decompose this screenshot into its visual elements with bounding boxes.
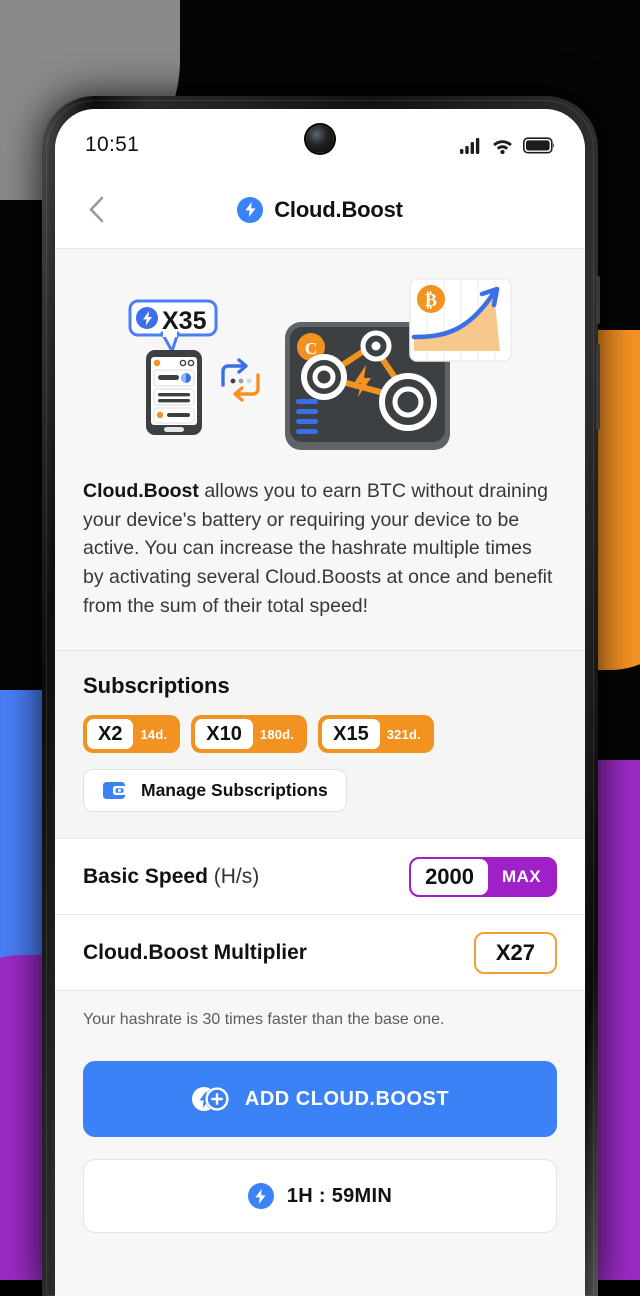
- page-title: Cloud.Boost: [274, 196, 403, 222]
- cloud-boost-multiplier-label: Cloud.Boost Multiplier: [83, 940, 307, 964]
- subscription-badge[interactable]: X10 180d.: [191, 715, 308, 754]
- hero-illustration: X35 C ₿: [55, 249, 585, 469]
- svg-text:X35: X35: [162, 307, 207, 335]
- manage-subscriptions-button[interactable]: Manage Subscriptions: [83, 769, 347, 813]
- chevron-left-icon: [89, 196, 104, 223]
- svg-text:₿: ₿: [425, 290, 437, 310]
- cloud-boost-multiplier-value[interactable]: X27: [473, 931, 557, 974]
- growth-chart-illustration: ₿: [409, 278, 512, 362]
- basic-speed-label-text: Basic Speed: [83, 864, 208, 888]
- signal-icon: [460, 137, 480, 154]
- boost-timer-button[interactable]: 1H : 59MIN: [83, 1159, 557, 1234]
- actions-section: ADD CLOUD.BOOST 1H : 59MIN: [55, 1035, 585, 1234]
- cloud-boost-illustration: X35 C ₿: [128, 278, 512, 450]
- basic-speed-unit: (H/s): [213, 864, 260, 888]
- basic-speed-row: Basic Speed (H/s) 2000 MAX: [55, 839, 585, 916]
- status-bar-icons: [460, 136, 555, 154]
- description-lead: Cloud.Boost: [83, 480, 199, 502]
- description-section: Cloud.Boost allows you to earn BTC witho…: [55, 469, 585, 652]
- nav-title-group: Cloud.Boost: [55, 196, 585, 223]
- description-text: Cloud.Boost allows you to earn BTC witho…: [83, 477, 557, 620]
- svg-text:C: C: [305, 339, 317, 358]
- smartphone-illustration: [146, 350, 202, 435]
- phone-side-button-volume: [596, 276, 600, 324]
- wallet-icon: [103, 782, 126, 800]
- subscriptions-section: Subscriptions X2 14d. X10 180d. X15 321d…: [55, 651, 585, 840]
- add-cloud-boost-button[interactable]: ADD CLOUD.BOOST: [83, 1061, 557, 1138]
- subscription-badge[interactable]: X2 14d.: [83, 715, 181, 754]
- basic-speed-label: Basic Speed (H/s): [83, 865, 259, 889]
- basic-speed-max-badge: MAX: [502, 866, 541, 886]
- status-bar: 10:51: [55, 109, 585, 171]
- basic-speed-value: 2000: [411, 858, 489, 895]
- subscription-badge-list: X2 14d. X10 180d. X15 321d.: [83, 715, 557, 754]
- subscription-multiplier: X10: [195, 719, 253, 750]
- manage-subscriptions-label: Manage Subscriptions: [141, 780, 328, 801]
- phone-mockup-frame: 10:51 Cloud.Boost X35 C ₿ Cloud.Boost al…: [42, 96, 600, 1296]
- nav-bar: Cloud.Boost: [55, 171, 585, 249]
- hashrate-note-section: Your hashrate is 30 times faster than th…: [55, 991, 585, 1036]
- phone-side-button-power: [596, 344, 600, 430]
- multiplier-bubble: X35: [128, 299, 218, 353]
- subscription-days: 321d.: [386, 726, 421, 742]
- subscription-multiplier: X15: [322, 719, 380, 750]
- basic-speed-value-pill[interactable]: 2000 MAX: [409, 856, 557, 897]
- hashrate-note: Your hashrate is 30 times faster than th…: [83, 1011, 445, 1029]
- front-camera-punch-hole: [306, 125, 334, 153]
- subscription-multiplier: X2: [87, 719, 134, 750]
- phone-screen: 10:51 Cloud.Boost X35 C ₿ Cloud.Boost al…: [55, 109, 585, 1296]
- status-bar-time: 10:51: [85, 133, 140, 156]
- bolt-icon: [237, 196, 264, 223]
- bolt-plus-icon: [191, 1087, 229, 1112]
- bolt-icon: [247, 1183, 274, 1210]
- boost-timer-label: 1H : 59MIN: [286, 1184, 393, 1207]
- back-button[interactable]: [79, 193, 113, 227]
- add-cloud-boost-label: ADD CLOUD.BOOST: [244, 1087, 450, 1110]
- cloud-boost-multiplier-row: Cloud.Boost Multiplier X27: [55, 915, 585, 992]
- subscriptions-title: Subscriptions: [83, 673, 230, 699]
- subscription-days: 180d.: [259, 726, 295, 742]
- subscription-badge[interactable]: X15 321d.: [318, 715, 434, 754]
- subscription-days: 14d.: [140, 726, 168, 742]
- battery-icon: [523, 136, 554, 154]
- sync-arrows-icon: [221, 358, 260, 402]
- wifi-icon: [493, 139, 512, 154]
